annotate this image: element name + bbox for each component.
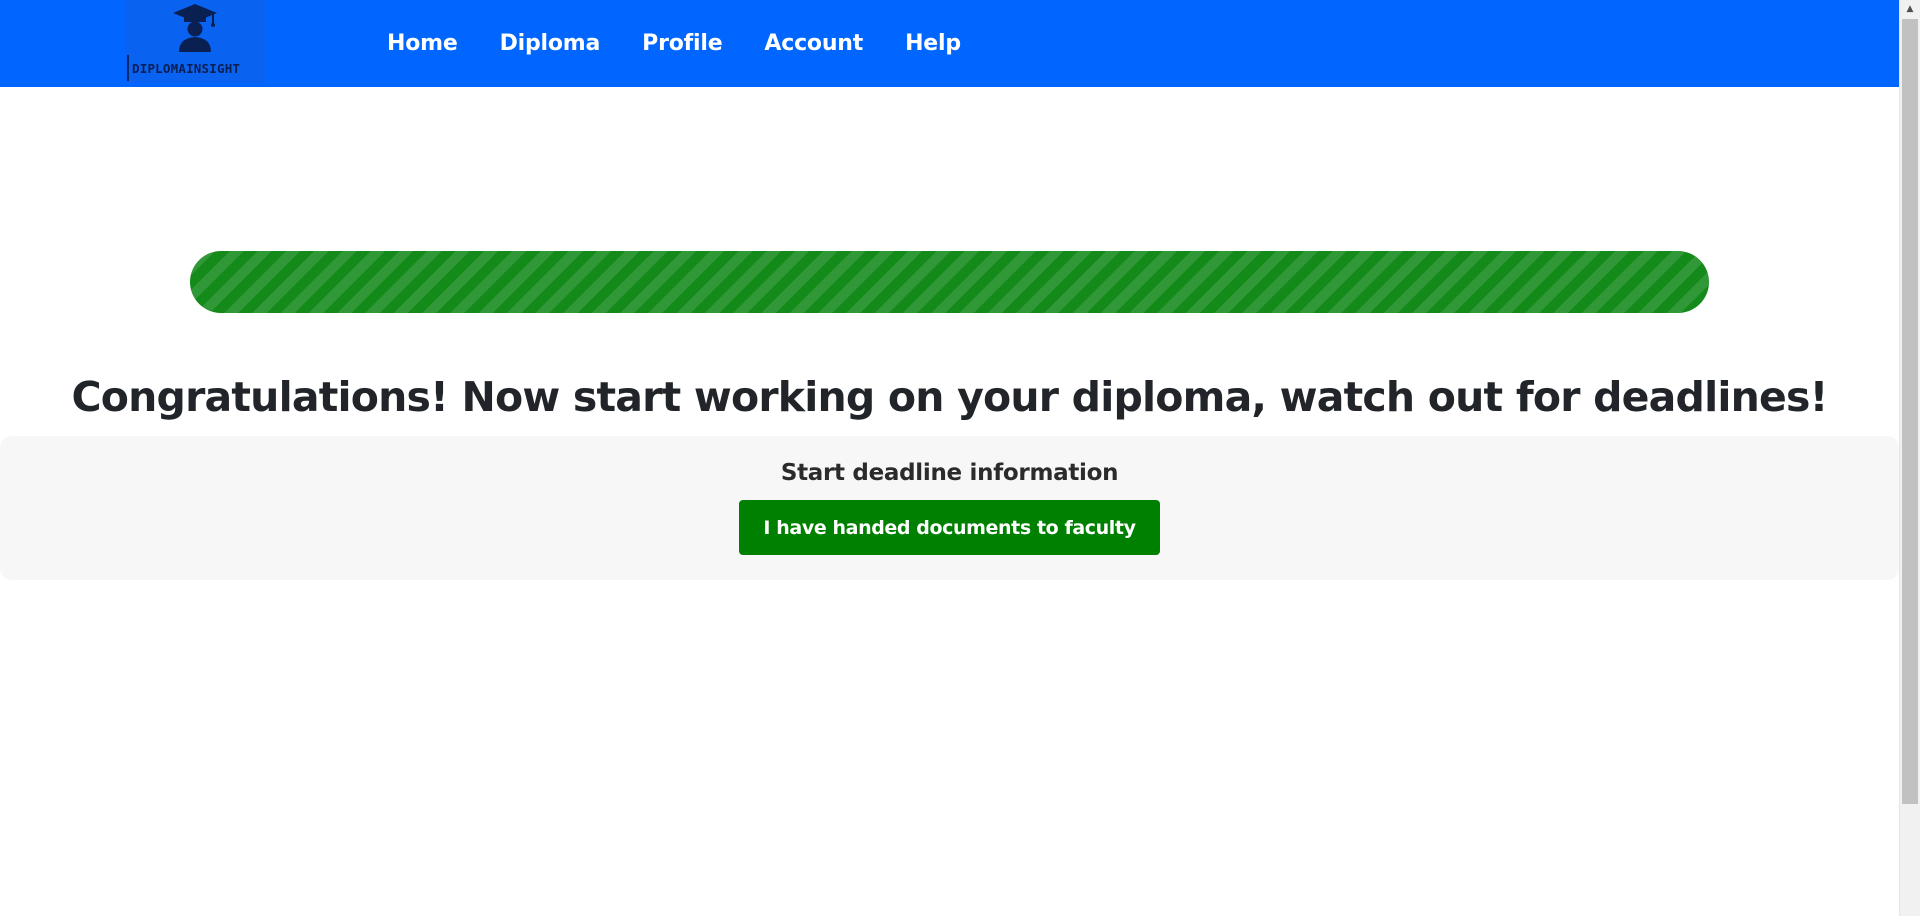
diploma-progress-bar xyxy=(190,251,1709,313)
nav-item-diploma[interactable]: Diploma xyxy=(500,31,601,56)
brand-logo[interactable]: DIPLOMAINSIGHT xyxy=(125,0,265,83)
progress-fill xyxy=(190,251,1709,313)
nav-links: Home Diploma Profile Account Help xyxy=(387,0,1003,87)
scroll-up-arrow-icon[interactable]: ▲ xyxy=(1900,0,1920,17)
deadline-card-title: Start deadline information xyxy=(780,460,1119,486)
nav-item-help[interactable]: Help xyxy=(905,31,961,56)
logo-text: DIPLOMAINSIGHT xyxy=(132,61,241,76)
page: DIPLOMAINSIGHT Home Diploma Profile Acco… xyxy=(0,0,1920,916)
top-navbar: DIPLOMAINSIGHT Home Diploma Profile Acco… xyxy=(0,0,1899,87)
logo-divider xyxy=(127,55,129,81)
page-headline: Congratulations! Now start working on yo… xyxy=(71,373,1829,421)
vertical-scrollbar[interactable]: ▲ xyxy=(1899,0,1920,916)
handed-documents-button[interactable]: I have handed documents to faculty xyxy=(739,500,1160,555)
content-area: DIPLOMAINSIGHT Home Diploma Profile Acco… xyxy=(0,0,1899,916)
nav-item-profile[interactable]: Profile xyxy=(642,31,722,56)
nav-item-account[interactable]: Account xyxy=(764,31,863,56)
nav-item-home[interactable]: Home xyxy=(387,31,458,56)
graduate-cap-icon xyxy=(173,4,217,52)
scroll-thumb[interactable] xyxy=(1902,19,1918,804)
deadline-card: Start deadline information I have handed… xyxy=(0,436,1899,580)
